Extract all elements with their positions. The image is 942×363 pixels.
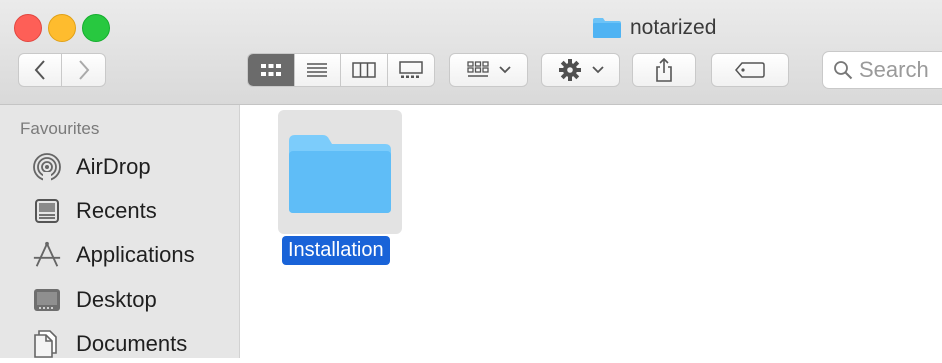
- view-mode-control: [247, 53, 435, 87]
- window-titlebar: notarized Search: [0, 0, 942, 105]
- documents-icon: [32, 329, 62, 359]
- folder-icon: [289, 135, 391, 213]
- recents-icon: [32, 196, 62, 226]
- sidebar-item-label: Recents: [76, 198, 157, 223]
- window-title-text: notarized: [630, 16, 717, 39]
- sidebar-item-label: Desktop: [76, 287, 157, 312]
- list-icon: [307, 63, 328, 77]
- sidebar: Favourites AirDrop Recents Applications …: [0, 105, 240, 358]
- chevron-left-icon: [34, 60, 45, 80]
- desktop-icon: [32, 285, 62, 315]
- gallery-view-button[interactable]: [388, 54, 434, 86]
- share-icon: [656, 57, 672, 82]
- group-icon: [466, 61, 489, 77]
- folder-item-installation[interactable]: [278, 110, 402, 234]
- sidebar-item-recents[interactable]: Recents: [32, 192, 157, 230]
- minimize-button[interactable]: [48, 14, 76, 42]
- file-browser-area: Installation: [240, 105, 942, 358]
- action-menu-button[interactable]: [541, 53, 620, 87]
- tags-button[interactable]: [711, 53, 789, 87]
- window-title: notarized: [592, 13, 716, 43]
- gear-icon: [558, 59, 581, 81]
- sidebar-item-label: Applications: [76, 242, 195, 267]
- chevron-down-icon: [498, 66, 511, 74]
- icon-grid-icon: [260, 64, 281, 76]
- close-button[interactable]: [14, 14, 42, 42]
- sidebar-item-airdrop[interactable]: AirDrop: [32, 148, 151, 186]
- chevron-down-icon: [591, 66, 604, 74]
- history-navigation: [18, 53, 106, 87]
- applications-icon: [32, 240, 62, 270]
- folder-icon: [593, 18, 621, 38]
- forward-button[interactable]: [62, 54, 105, 86]
- sidebar-item-desktop[interactable]: Desktop: [32, 281, 157, 319]
- share-button[interactable]: [632, 53, 696, 87]
- airdrop-icon: [32, 152, 62, 182]
- search-icon: [834, 61, 853, 80]
- sidebar-item-label: Documents: [76, 331, 188, 356]
- gallery-icon: [398, 61, 423, 78]
- sidebar-section-heading: Favourites: [20, 119, 100, 138]
- sidebar-item-applications[interactable]: Applications: [32, 236, 195, 274]
- group-by-button[interactable]: [449, 53, 528, 87]
- search-placeholder: Search: [859, 57, 929, 82]
- sidebar-item-documents[interactable]: Documents: [32, 325, 187, 363]
- chevron-right-icon: [78, 60, 89, 80]
- back-button[interactable]: [19, 54, 63, 86]
- zoom-button[interactable]: [82, 14, 110, 42]
- column-view-button[interactable]: [341, 54, 388, 86]
- tag-icon: [735, 62, 765, 78]
- icon-view-button[interactable]: [248, 54, 295, 86]
- list-view-button[interactable]: [295, 54, 341, 86]
- sidebar-item-label: AirDrop: [76, 154, 151, 179]
- folder-name-label[interactable]: Installation: [282, 236, 390, 265]
- columns-icon: [352, 62, 376, 78]
- search-field[interactable]: Search: [822, 51, 942, 89]
